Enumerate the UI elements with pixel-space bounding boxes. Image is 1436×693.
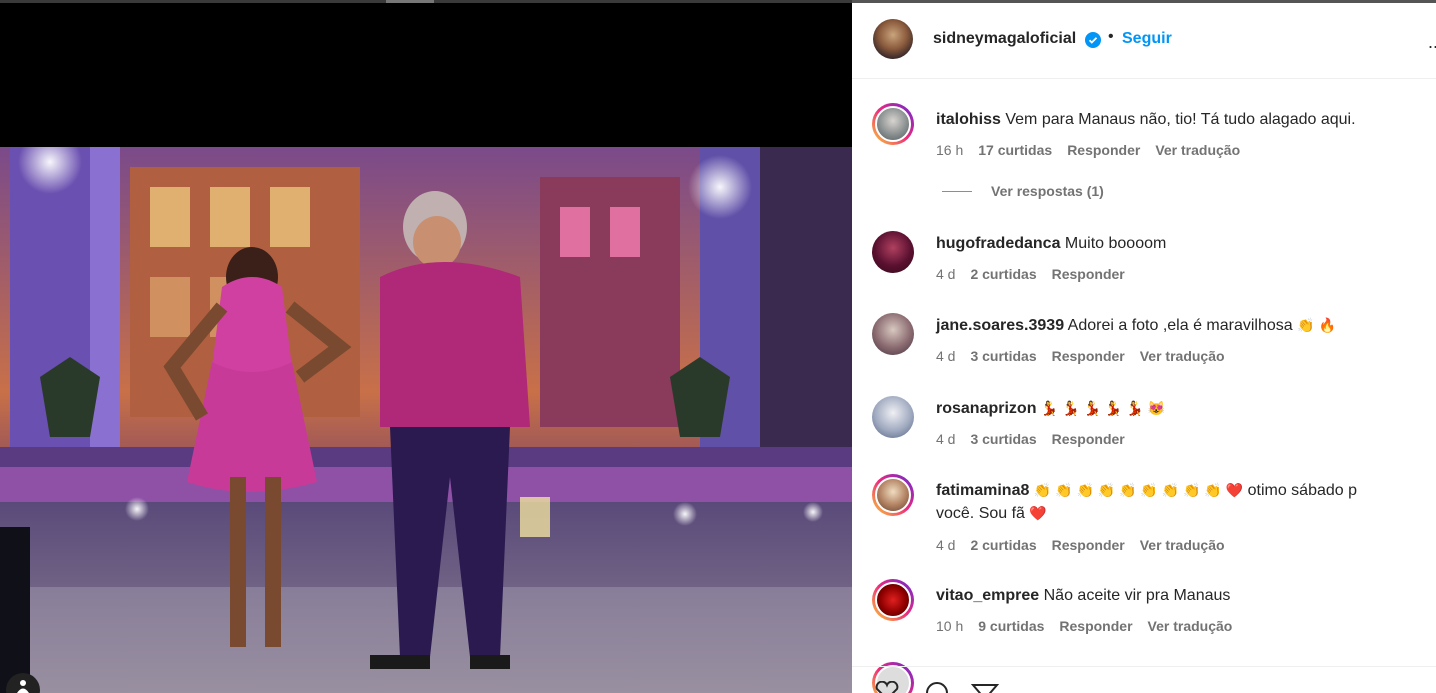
comment-emoji: ❤️: [1029, 505, 1047, 521]
comment-username[interactable]: rosanaprizon: [936, 400, 1036, 417]
post-actions-bar: [852, 666, 1436, 693]
comment-avatar[interactable]: [872, 474, 914, 516]
translate-button[interactable]: Ver tradução: [1148, 618, 1233, 634]
comment-time[interactable]: 4 d: [936, 266, 955, 282]
comment-time[interactable]: 10 h: [936, 618, 963, 634]
comment-username[interactable]: vitao_empree: [936, 587, 1039, 604]
share-icon[interactable]: [970, 681, 1000, 693]
translate-button[interactable]: Ver tradução: [1140, 537, 1225, 553]
comment-username[interactable]: italohiss: [936, 111, 1001, 128]
post-header: sidneymagaloficial • Seguir ...: [852, 3, 1436, 79]
comment-emoji: 👏 🔥: [1297, 317, 1336, 333]
reply-button[interactable]: Responder: [1052, 266, 1125, 282]
reply-button[interactable]: Responder: [1067, 142, 1140, 158]
replies-line: [942, 190, 972, 192]
translate-button[interactable]: Ver tradução: [1155, 142, 1240, 158]
post-photo[interactable]: [0, 147, 852, 693]
comment-likes[interactable]: 9 curtidas: [978, 618, 1044, 634]
owner-avatar[interactable]: [873, 19, 913, 59]
heart-icon[interactable]: [872, 681, 902, 693]
comment-meta: 4 d 3 curtidas Responder: [936, 431, 1125, 447]
more-icon[interactable]: ...: [1428, 33, 1436, 51]
owner-username[interactable]: sidneymagaloficial: [933, 30, 1076, 48]
comment-time[interactable]: 16 h: [936, 142, 963, 158]
comment-avatar[interactable]: [872, 231, 914, 273]
comment-avatar[interactable]: [872, 103, 914, 145]
post-media: [0, 0, 852, 693]
reply-button[interactable]: Responder: [1059, 618, 1132, 634]
comment-text: otimo sábado p: [1247, 482, 1358, 499]
comment-likes[interactable]: 3 curtidas: [970, 348, 1036, 364]
comment-icon[interactable]: [922, 681, 952, 693]
reply-button[interactable]: Responder: [1052, 537, 1125, 553]
comment-text: Adorei a foto ,ela é maravilhosa: [1067, 317, 1293, 334]
reply-button[interactable]: Responder: [1052, 348, 1125, 364]
verified-icon: [1085, 32, 1101, 48]
comment-meta: 4 d 2 curtidas Responder Ver tradução: [936, 537, 1225, 553]
comment-text: Não aceite vir pra Manaus: [1043, 587, 1231, 604]
comment-time[interactable]: 4 d: [936, 348, 955, 364]
comment-text: Vem para Manaus não, tio! Tá tudo alagad…: [1005, 111, 1356, 128]
comment-likes[interactable]: 17 curtidas: [978, 142, 1052, 158]
comment-username[interactable]: fatimamina8: [936, 482, 1029, 499]
comment-likes[interactable]: 2 curtidas: [970, 266, 1036, 282]
comment-avatar[interactable]: [872, 313, 914, 355]
comment-likes[interactable]: 3 curtidas: [970, 431, 1036, 447]
comment-avatar[interactable]: [872, 579, 914, 621]
comment-likes[interactable]: 2 curtidas: [970, 537, 1036, 553]
comment-time[interactable]: 4 d: [936, 431, 955, 447]
comment-emoji: 💃 💃 💃 💃 💃 😻: [1040, 400, 1165, 416]
post-sidebar: sidneymagaloficial • Seguir ... italohis…: [852, 0, 1436, 693]
reply-button[interactable]: Responder: [1052, 431, 1125, 447]
comment-avatar[interactable]: [872, 396, 914, 438]
comment-text: Muito boooom: [1064, 235, 1167, 252]
follow-button[interactable]: Seguir: [1122, 30, 1172, 48]
see-replies-button[interactable]: Ver respostas (1): [942, 183, 1104, 199]
comment-username[interactable]: jane.soares.3939: [936, 317, 1064, 334]
comment-meta: 16 h 17 curtidas Responder Ver tradução: [936, 142, 1240, 158]
comment-meta: 4 d 2 curtidas Responder: [936, 266, 1125, 282]
drag-handle[interactable]: [386, 0, 434, 3]
comment-meta: 4 d 3 curtidas Responder Ver tradução: [936, 348, 1225, 364]
comment-text-continued: você. Sou fã: [936, 505, 1025, 522]
comment-time[interactable]: 4 d: [936, 537, 955, 553]
comment-username[interactable]: hugofradedanca: [936, 235, 1060, 252]
see-replies-label: Ver respostas (1): [991, 183, 1104, 199]
translate-button[interactable]: Ver tradução: [1140, 348, 1225, 364]
comment-meta: 10 h 9 curtidas Responder Ver tradução: [936, 618, 1232, 634]
comment-emoji: 👏 👏 👏 👏 👏 👏 👏 👏 👏 ❤️: [1033, 482, 1244, 498]
separator-dot: •: [1108, 28, 1114, 45]
